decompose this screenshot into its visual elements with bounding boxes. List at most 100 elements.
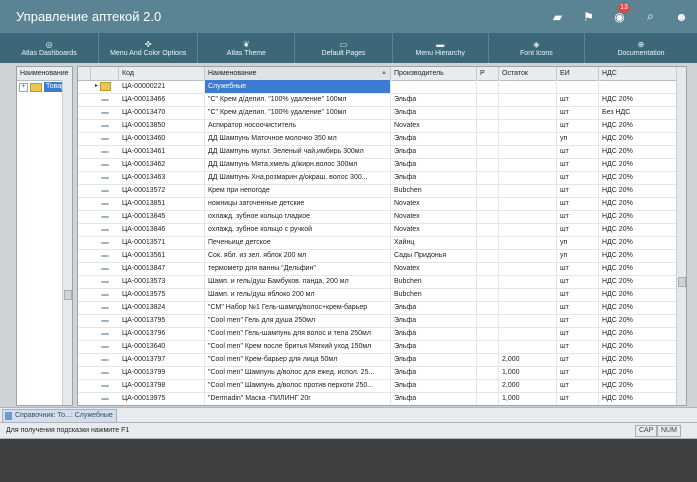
briefcase-icon[interactable]: ▰	[542, 0, 573, 33]
table-row[interactable]: ЦА-00013846 охлажд. зубное кольцо с ручко…	[78, 223, 678, 237]
table-row[interactable]: ЦА-00013798 "Cool men" Шампунь д/волос пр…	[78, 379, 678, 393]
table-row[interactable]: ЦА-00013640 "Cool men" Крем после бритья …	[78, 340, 678, 354]
column-header-maker[interactable]: Производитель	[391, 67, 477, 80]
flag-icon[interactable]: ⚑	[573, 0, 604, 33]
cell-name: термометр для ванны "Дельфин"	[205, 262, 391, 275]
cell-r	[477, 236, 499, 249]
cell-maker: Сады Придонья	[391, 249, 477, 262]
table-row[interactable]: ЦА-00013796 "Cool men" Гель-шампунь для в…	[78, 327, 678, 341]
cell-maker: Эльфа	[391, 353, 477, 366]
ribbon-default-pages-button[interactable]: ▭ Default Pages	[295, 33, 393, 63]
ribbon-font-icons-button[interactable]: ◈ Font Icons	[489, 33, 585, 63]
item-icon	[91, 249, 119, 262]
table-row[interactable]: ЦА-00013461 ДД Шампунь мульт. Зеленый чай…	[78, 145, 678, 159]
window-tabs: Справочник: То...: Служебные	[0, 407, 697, 423]
cell-unit: шт	[557, 210, 599, 223]
table-row[interactable]: ЦА-00013795 "Cool men" Гель для душа 250м…	[78, 314, 678, 328]
table-row[interactable]: ЦА-00013850 Аспиратор носоочиститель Novat…	[78, 119, 678, 133]
window-tab-label: Справочник: То...: Служебные	[15, 412, 113, 419]
ribbon-atlas-theme-button[interactable]: ❦ Atlas Theme	[198, 33, 296, 63]
cell-unit: уп	[557, 249, 599, 262]
table-row[interactable]: ЦА-00013975 "Dermadin" Маска -ПИЛИНГ 20г Э…	[78, 392, 678, 405]
table-row[interactable]: ЦА-00013845 охлажд. зубное кольцо гладкое…	[78, 210, 678, 224]
cell-stock	[499, 236, 557, 249]
cell-maker: Novatex	[391, 119, 477, 132]
cell-name: "Cool men" Гель-шампунь для волос и тела…	[205, 327, 391, 340]
cell-maker: Novatex	[391, 197, 477, 210]
column-header-unit[interactable]: ЕИ	[557, 67, 599, 80]
search-icon[interactable]: ⌕	[635, 0, 666, 33]
status-hint: Для получения подсказки нажмите F1	[6, 427, 130, 434]
table-row[interactable]: ЦА-00013824 "CM" Набор №1 Гель-шампд/воло…	[78, 301, 678, 315]
expand-icon[interactable]: +	[19, 82, 28, 92]
item-dash-icon	[101, 228, 109, 231]
cell-name: ДД Шампунь Маточное молочко 350 мл	[205, 132, 391, 145]
cell-name: Служебные	[205, 80, 391, 93]
ribbon-item-label: Default Pages	[321, 49, 366, 57]
cell-r	[477, 80, 499, 93]
table-row[interactable]: ЦА-00013466 "С" Крем д/депил. "100% удале…	[78, 93, 678, 107]
table-row[interactable]: ЦА-00013575 Шамп. и гель/душ яблоко 200 м…	[78, 288, 678, 302]
tree-scrollbar[interactable]	[62, 80, 72, 405]
cell-r	[477, 93, 499, 106]
table-row[interactable]: ЦА-00013797 "Cool men" Крем-барьер для ли…	[78, 353, 678, 367]
cell-name: "С" Крем д/депил. "100% удаление" 100мл	[205, 106, 391, 119]
table-row[interactable]: ЦА-00013460 ДД Шампунь Маточное молочко 3…	[78, 132, 678, 146]
item-dash-icon	[101, 332, 109, 335]
tree-header[interactable]: Наименование	[17, 67, 72, 81]
cell-unit: шт	[557, 106, 599, 119]
monitor-icon: ▭	[339, 39, 348, 49]
cell-maker: Эльфа	[391, 392, 477, 405]
cell-code: ЦА-00000221	[119, 80, 205, 93]
font-icon: ◈	[533, 39, 540, 49]
ribbon-documentation-button[interactable]: ⊕ Documentation	[585, 33, 697, 63]
cell-code: ЦА-00013846	[119, 223, 205, 236]
ribbon-menu-hierarchy-button[interactable]: ▬ Menu Hierarchy	[393, 33, 489, 63]
expand-arrow-icon[interactable]: ▸	[95, 80, 98, 93]
column-header-code[interactable]: Код	[119, 67, 205, 80]
table-row[interactable]: ЦА-00013572 Крем при непогоде Bubchen шт НДС…	[78, 184, 678, 198]
table-row[interactable]: ЦА-00013561 Сок. ябл. из зел. яблок 200 м…	[78, 249, 678, 263]
item-icon	[91, 184, 119, 197]
table-row[interactable]: ЦА-00013462 ДД Шампунь Мята,хмель д/жирн.…	[78, 158, 678, 172]
ribbon-menu-and-color-options-button[interactable]: ✜ Menu And Color Options	[99, 33, 199, 63]
tree-node-goods[interactable]: + Товар	[19, 82, 68, 92]
chat-icon[interactable]: ◉ 13	[604, 0, 635, 33]
grid-scrollbar[interactable]	[676, 67, 686, 405]
table-row[interactable]: ЦА-00013799 "Cool men" Шампунь д/волос дл…	[78, 366, 678, 380]
table-row[interactable]: ЦА-00013463 ДД Шампунь Хна,розмарин д/окр…	[78, 171, 678, 185]
ribbon-atlas-dashboards-button[interactable]: ◎ Atlas Dashboards	[0, 33, 100, 63]
cell-vat: НДС 20%	[599, 119, 678, 132]
table-row[interactable]: ▸ ЦА-00000221 Служебные	[78, 80, 678, 94]
table-row[interactable]: ЦА-00013573 Шамп. и гель/душ Бамбуков. па…	[78, 275, 678, 289]
table-row[interactable]: ЦА-00013571 Печеньице детское Хайнц уп НДС 2…	[78, 236, 678, 250]
item-icon	[91, 340, 119, 353]
grid-icon-column-header[interactable]	[91, 67, 119, 80]
table-row[interactable]: ЦА-00013851 ножницы заточенные детские Nov…	[78, 197, 678, 211]
window-tab[interactable]: Справочник: То...: Служебные	[2, 409, 117, 423]
item-icon	[91, 119, 119, 132]
item-dash-icon	[101, 111, 109, 114]
tree-scrollbar-thumb[interactable]	[64, 290, 72, 300]
table-row[interactable]: ЦА-00013470 "С" Крем д/депил. "100% удале…	[78, 106, 678, 120]
column-header-name[interactable]: Наименование ▲	[205, 67, 391, 80]
grid-scrollbar-thumb[interactable]	[678, 277, 686, 287]
users-icon[interactable]: ☻	[666, 0, 697, 33]
cell-unit: уп	[557, 132, 599, 145]
folder-icon	[30, 82, 42, 92]
cell-code: ЦА-00013572	[119, 184, 205, 197]
cell-unit: шт	[557, 392, 599, 405]
cell-maker: Эльфа	[391, 93, 477, 106]
column-header-r[interactable]: Р	[477, 67, 499, 80]
ribbon-item-label: Font Icons	[520, 49, 553, 57]
table-row[interactable]: ЦА-00013847 термометр для ванны "Дельфин"…	[78, 262, 678, 276]
item-icon	[91, 93, 119, 106]
column-header-vat[interactable]: НДС	[599, 67, 678, 80]
folder-icon: ▬	[436, 39, 445, 49]
item-dash-icon	[101, 306, 109, 309]
cell-stock: 1,000	[499, 366, 557, 379]
column-header-stock[interactable]: Остаток	[499, 67, 557, 80]
cell-vat: НДС 20%	[599, 314, 678, 327]
ribbon-toolbar: ◎ Atlas Dashboards ✜ Menu And Color Options…	[0, 33, 697, 63]
cell-code: ЦА-00013470	[119, 106, 205, 119]
